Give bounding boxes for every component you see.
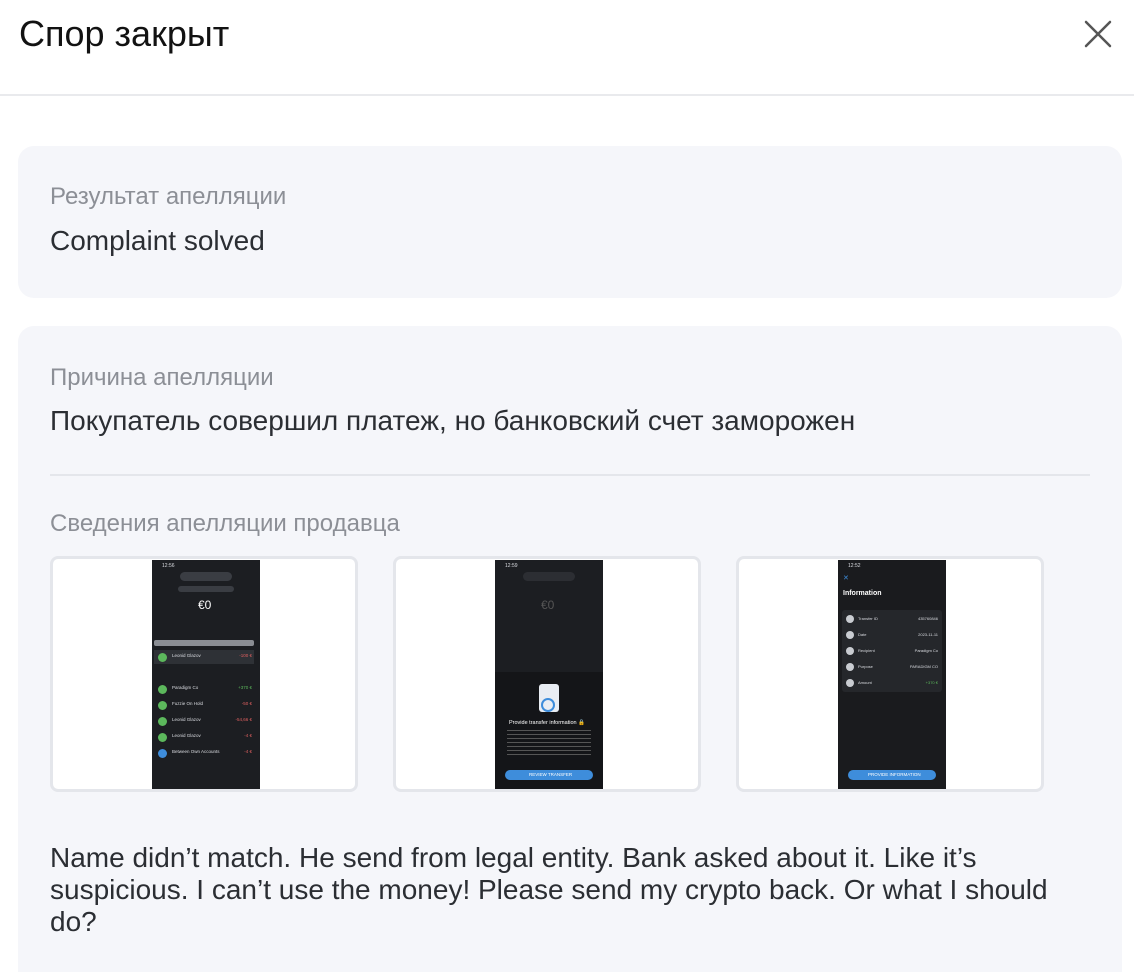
- transaction-name: Between Own Accounts: [172, 749, 220, 754]
- result-card: Результат апелляции Complaint solved: [18, 146, 1122, 298]
- reason-label: Причина апелляции: [50, 364, 274, 391]
- info-value: 435760846: [917, 616, 938, 621]
- phone-screenshot-3: 12:52 ✕ Information Transfer ID 435760846…: [838, 560, 946, 789]
- status-time: 12:52: [848, 563, 861, 569]
- balance: €0: [198, 598, 212, 612]
- info-icon: [846, 647, 854, 655]
- info-icon: [846, 663, 854, 671]
- status-time: 12:59: [505, 563, 518, 569]
- result-value: Complaint solved: [50, 225, 265, 256]
- button-label: PROVIDE INFORMATION: [868, 772, 921, 777]
- close-icon[interactable]: [1080, 16, 1116, 52]
- transaction-amount: +370 €: [238, 685, 252, 690]
- info-value: 2023-11-11: [918, 632, 938, 637]
- attachment-thumbnail-3[interactable]: 12:52 ✕ Information Transfer ID 435760846…: [736, 556, 1044, 792]
- status-time: 12:56: [162, 563, 175, 569]
- info-value: +370 €: [925, 680, 938, 685]
- phone-screenshot-2: 12:59 €0 Provide transfer information 🔒 …: [495, 560, 603, 789]
- transaction-name: Paradigm Co: [172, 685, 199, 690]
- info-icon: [846, 631, 854, 639]
- attachment-thumbnail-1[interactable]: 12:56 €0 Leonid Glazov -100 € Paradigm Co +…: [50, 556, 358, 792]
- avatar: [158, 749, 167, 758]
- info-row: Recipient Paradigm Co: [846, 646, 938, 658]
- avatar: [158, 701, 167, 710]
- modal-header: Спор закрыт: [0, 0, 1134, 96]
- result-label: Результат апелляции: [50, 183, 287, 210]
- sheet-text: [507, 730, 591, 758]
- avatar: [158, 685, 167, 694]
- transaction-name: Fuzzie On Hold: [172, 701, 204, 706]
- info-key: Recipient: [858, 648, 875, 653]
- info-value: PARADIGM CO: [909, 664, 938, 669]
- transaction-name: Leonid Glazov: [172, 653, 201, 658]
- transaction-amount: -50 €: [241, 701, 252, 706]
- info-key: Amount: [858, 680, 872, 685]
- info-row: Transfer ID 435760846: [846, 614, 938, 626]
- avatar: [158, 653, 167, 662]
- transaction-name: Leonid Glazov: [172, 717, 201, 722]
- info-row: Purpose PARADIGM CO: [846, 662, 938, 674]
- close-icon: ✕: [843, 575, 849, 582]
- divider: [50, 474, 1090, 476]
- transaction-row: Fuzzie On Hold -50 €: [158, 700, 254, 712]
- search-bar: [154, 640, 254, 646]
- transaction-row: Paradigm Co +370 €: [158, 684, 254, 696]
- transaction-amount: -100 €: [239, 653, 252, 658]
- review-transfer-button: REVIEW TRANSFER: [505, 770, 593, 780]
- transaction-amount: -4 €: [244, 749, 252, 754]
- transaction-row: Leonid Glazov -100 €: [158, 652, 254, 664]
- bar: [178, 586, 234, 592]
- avatar: [158, 733, 167, 742]
- sheet-heading: Provide transfer information 🔒: [509, 720, 585, 726]
- info-row: Date 2023-11-11: [846, 630, 938, 642]
- info-icon: [846, 679, 854, 687]
- transaction-amount: -4 €: [244, 733, 252, 738]
- modal-title: Спор закрыт: [19, 13, 230, 54]
- info-key: Purpose: [858, 664, 873, 669]
- account-pill: [523, 572, 575, 581]
- transaction-amount: -54,66 €: [235, 717, 252, 722]
- info-value: Paradigm Co: [914, 648, 938, 653]
- transaction-row: Leonid Glazov -4 €: [158, 732, 254, 744]
- button-label: REVIEW TRANSFER: [529, 772, 573, 777]
- info-heading: Information: [843, 590, 882, 597]
- info-key: Transfer ID: [858, 616, 878, 621]
- info-icon: [846, 615, 854, 623]
- avatar: [158, 717, 167, 726]
- transaction-row: Leonid Glazov -54,66 €: [158, 716, 254, 728]
- balance: €0: [541, 598, 555, 612]
- seller-label: Сведения апелляции продавца: [50, 510, 400, 537]
- info-row: Amount +370 €: [846, 678, 938, 690]
- transaction-name: Leonid Glazov: [172, 733, 201, 738]
- reason-value: Покупатель совершил платеж, но банковски…: [50, 405, 856, 436]
- info-key: Date: [858, 632, 867, 637]
- provide-information-button: PROVIDE INFORMATION: [848, 770, 936, 780]
- transaction-row: Between Own Accounts -4 €: [158, 748, 254, 760]
- phone-screenshot-1: 12:56 €0 Leonid Glazov -100 € Paradigm Co +…: [152, 560, 260, 789]
- account-pill: [180, 572, 232, 581]
- magnifier-icon: [541, 698, 555, 712]
- attachment-thumbnail-2[interactable]: 12:59 €0 Provide transfer information 🔒 …: [393, 556, 701, 792]
- reason-card: Причина апелляции Покупатель совершил пл…: [18, 326, 1122, 972]
- seller-note: Name didn’t match. He send from legal en…: [50, 842, 1048, 937]
